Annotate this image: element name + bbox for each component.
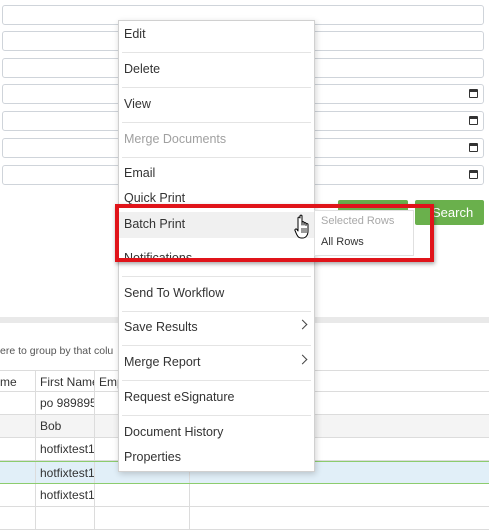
menu-separator: [122, 276, 311, 277]
calendar-icon[interactable]: [469, 143, 478, 152]
table-cell-first-name: [36, 507, 95, 529]
menu-item-email[interactable]: Email: [119, 163, 314, 185]
table-cell-first-name: po 989895: [36, 392, 95, 414]
table-cell: [0, 507, 36, 529]
menu-item-view[interactable]: View: [119, 94, 314, 116]
table-cell: [0, 392, 36, 414]
menu-separator: [122, 52, 311, 53]
table-cell-first-name: hotfixtest1: [36, 462, 95, 483]
column-header-name[interactable]: me: [0, 371, 36, 391]
chevron-right-icon: [297, 354, 308, 365]
table-row[interactable]: [0, 507, 489, 530]
menu-item-document-history[interactable]: Document History: [119, 422, 314, 444]
calendar-icon[interactable]: [469, 116, 478, 125]
table-cell: [95, 484, 190, 506]
hand-cursor-icon: [294, 214, 309, 239]
annotation-highlight-box: [115, 204, 434, 262]
menu-separator: [122, 157, 311, 158]
search-button-label: Search: [432, 205, 474, 220]
menu-item-send-to-workflow[interactable]: Send To Workflow: [119, 283, 314, 305]
menu-item-merge-report[interactable]: Merge Report: [119, 352, 314, 374]
table-cell: [95, 507, 190, 529]
menu-item-delete[interactable]: Delete: [119, 59, 314, 81]
menu-separator: [122, 87, 311, 88]
menu-separator: [122, 345, 311, 346]
table-row[interactable]: hotfixtest1: [0, 484, 489, 507]
menu-item-edit[interactable]: Edit: [119, 24, 314, 46]
menu-separator: [122, 311, 311, 312]
menu-item-save-results[interactable]: Save Results: [119, 317, 314, 339]
menu-item-label: Save Results: [124, 320, 198, 334]
column-header-first-name[interactable]: First Name: [36, 371, 95, 391]
table-cell-first-name: Bob: [36, 415, 95, 437]
menu-item-request-esignature[interactable]: Request eSignature: [119, 387, 314, 409]
table-cell: [0, 415, 36, 437]
table-cell: [0, 462, 36, 483]
chevron-right-icon: [297, 319, 308, 330]
menu-separator: [122, 122, 311, 123]
menu-separator: [122, 380, 311, 381]
menu-item-merge-documents: Merge Documents: [124, 132, 227, 146]
calendar-icon[interactable]: [469, 89, 478, 98]
menu-item-properties[interactable]: Properties: [119, 447, 314, 469]
menu-item-label: Merge Report: [124, 355, 201, 369]
table-cell: [0, 484, 36, 506]
menu-separator: [122, 415, 311, 416]
table-cell-first-name: hotfixtest1: [36, 438, 95, 460]
calendar-icon[interactable]: [469, 170, 478, 179]
table-cell-first-name: hotfixtest1: [36, 484, 95, 506]
group-by-hint: ere to group by that colu: [0, 345, 114, 357]
table-cell: [0, 438, 36, 460]
